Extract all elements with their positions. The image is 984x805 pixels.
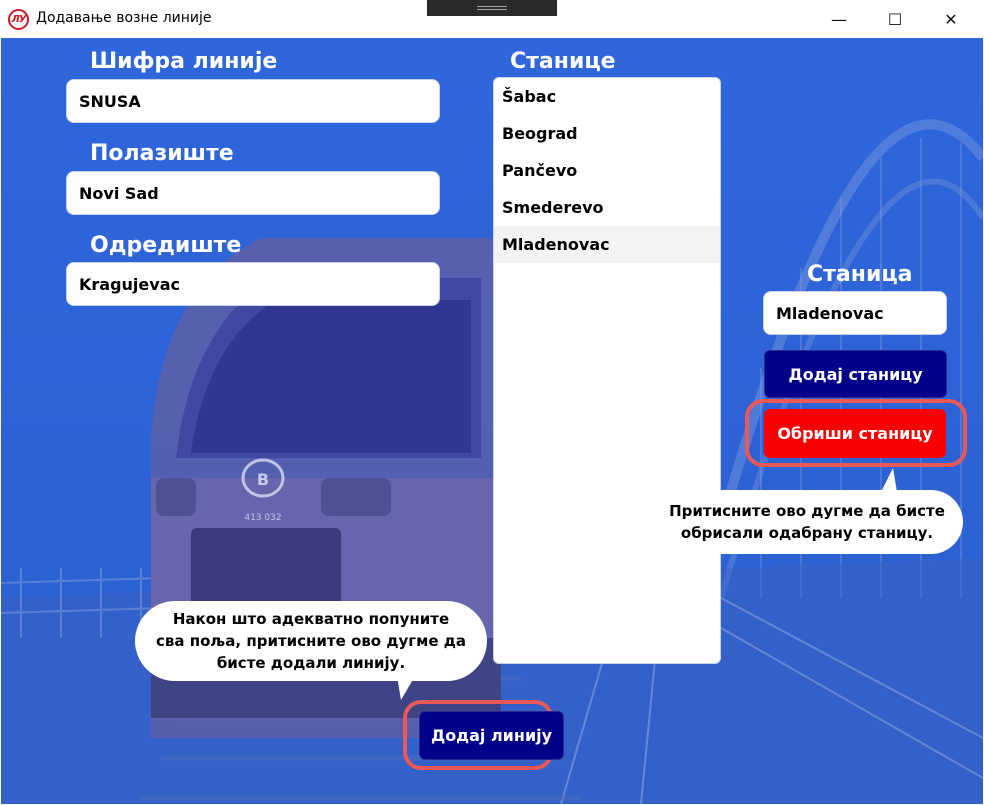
- close-icon: ✕: [944, 9, 958, 29]
- stations-label: Станице: [510, 49, 616, 74]
- delete-hint-line-1: Притисните ово дугме да бисте: [669, 502, 945, 520]
- svg-text:B: B: [257, 470, 269, 489]
- train-number: 413 032: [244, 513, 281, 523]
- station-list-item[interactable]: Smederevo: [494, 189, 720, 226]
- station-list-item[interactable]: Šabac: [494, 78, 720, 115]
- maximize-button[interactable]: ☐: [870, 0, 920, 38]
- add-line-button[interactable]: Додај линију: [419, 711, 564, 760]
- minimize-icon: —: [831, 9, 847, 29]
- station-label: Станица: [807, 262, 913, 287]
- station-list-item[interactable]: Pančevo: [494, 152, 720, 189]
- add-line-tooltip: Након што адекватно попуните сва поља, п…: [135, 601, 487, 681]
- app-logo-icon: ЛУ: [8, 9, 29, 30]
- add-station-button[interactable]: Додај станицу: [764, 350, 947, 398]
- delete-station-button[interactable]: Обриши станицу: [764, 409, 946, 458]
- line-code-label: Шифра линије: [90, 49, 278, 74]
- station-list-item-selected[interactable]: Mladenovac: [494, 226, 720, 263]
- add-line-hint-line-2: сва поља, притисните ово дугме да: [156, 632, 466, 650]
- snap-grip-handle[interactable]: [427, 0, 557, 16]
- delete-tooltip-tail: [881, 468, 897, 492]
- station-input[interactable]: Mladenovac: [763, 291, 947, 335]
- add-line-hint-line-3: бисте додали линију.: [216, 654, 406, 672]
- close-button[interactable]: ✕: [926, 0, 976, 38]
- delete-hint-line-2: обрисали одабрану станицу.: [680, 524, 934, 542]
- station-list-item[interactable]: Beograd: [494, 115, 720, 152]
- maximize-icon: ☐: [887, 9, 903, 29]
- destination-input[interactable]: Kragujevac: [66, 262, 440, 306]
- line-code-input[interactable]: SNUSA: [66, 79, 440, 123]
- add-line-tooltip-tail: [397, 676, 415, 700]
- title-bar: ЛУ Додавање возне линије — ☐ ✕: [0, 0, 984, 38]
- add-line-hint-line-1: Након што адекватно попуните: [172, 610, 450, 628]
- minimize-button[interactable]: —: [814, 0, 864, 38]
- departure-input[interactable]: Novi Sad: [66, 171, 440, 215]
- destination-label: Одредиште: [90, 233, 242, 258]
- departure-label: Полазиште: [90, 141, 234, 166]
- window-title: Додавање возне линије: [36, 10, 212, 26]
- main-panel: B 413 032 Шифра линије SNUSA Полазиште N…: [1, 38, 983, 804]
- stations-listbox[interactable]: Šabac Beograd Pančevo Smederevo Mladenov…: [493, 77, 721, 664]
- delete-station-tooltip: Притисните ово дугме да бисте обрисали о…: [651, 490, 963, 554]
